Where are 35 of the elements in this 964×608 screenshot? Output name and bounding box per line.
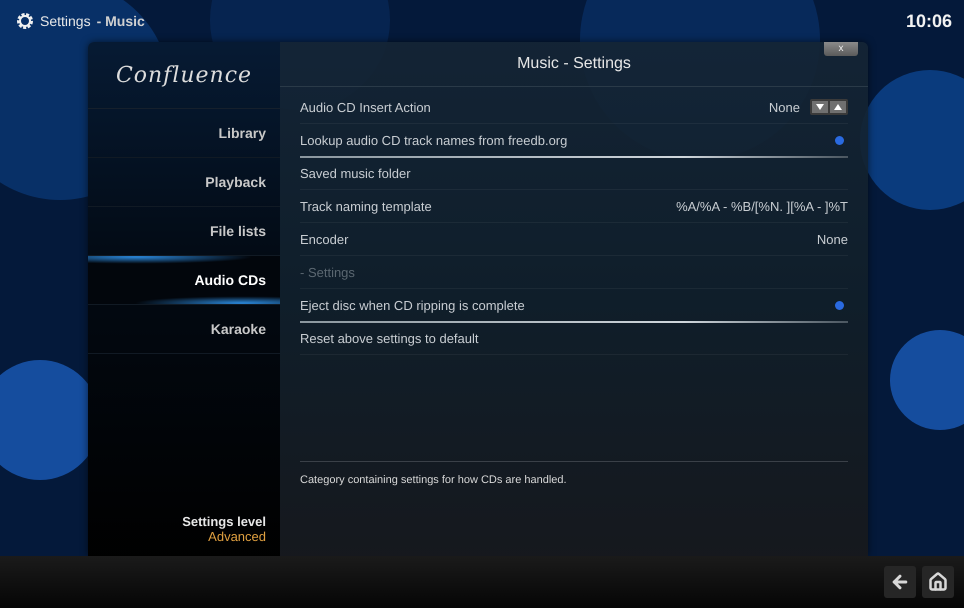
setting-value: %A/%A - %B/[%N. ][%A - ]%T	[676, 198, 848, 214]
down-triangle-icon	[816, 104, 824, 110]
setting-row[interactable]: Audio CD Insert Action None	[300, 91, 848, 124]
setting-label: Reset above settings to default	[300, 330, 479, 346]
setting-label: Encoder	[300, 232, 348, 246]
settings-level-label: Settings level	[182, 514, 266, 529]
down-button[interactable]	[812, 101, 828, 113]
setting-label: Saved music folder	[300, 166, 411, 180]
header-section: - Music	[96, 13, 145, 29]
close-button[interactable]: x	[824, 42, 858, 56]
setting-row[interactable]: Track naming template %A/%A - %B/[%N. ][%A - ]%T	[300, 190, 848, 223]
home-icon	[928, 572, 948, 592]
sidebar-item[interactable]: Audio CDs	[88, 256, 280, 305]
back-button[interactable]	[884, 566, 916, 598]
setting-row[interactable]: Encoder None	[300, 223, 848, 256]
up-button[interactable]	[830, 101, 846, 113]
setting-row[interactable]: Reset above settings to default	[300, 322, 848, 355]
setting-label: - Settings	[300, 264, 355, 280]
setting-row[interactable]: Saved music folder	[300, 157, 848, 190]
setting-label: Eject disc when CD ripping is complete	[300, 298, 525, 312]
setting-value: None	[816, 232, 848, 246]
dialog-title: Music - Settings	[517, 55, 631, 73]
settings-level-value[interactable]: Advanced	[208, 529, 266, 544]
setting-label: Lookup audio CD track names from freedb.org	[300, 132, 568, 148]
setting-label: Audio CD Insert Action	[300, 100, 431, 114]
header-title: Settings	[40, 13, 91, 29]
setting-value: None	[768, 100, 800, 114]
description-text: Category containing settings for how CDs are handled.	[300, 474, 567, 486]
home-button[interactable]	[922, 566, 954, 598]
gear-icon	[16, 12, 34, 30]
up-triangle-icon	[834, 104, 842, 110]
toggle-dot[interactable]	[835, 136, 844, 144]
toggle-dot[interactable]	[835, 300, 844, 310]
setting-label: Track naming template	[300, 198, 432, 214]
clock: 10:06	[906, 10, 952, 32]
